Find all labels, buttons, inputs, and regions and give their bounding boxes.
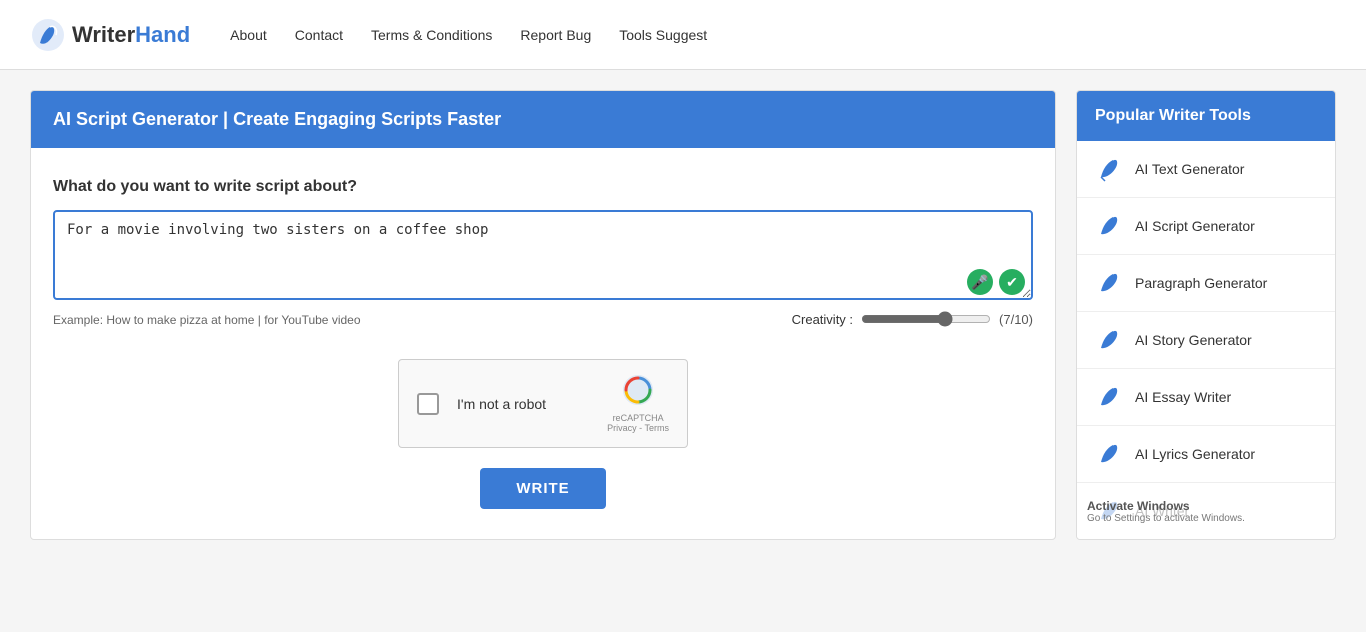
- nav-tools-suggest[interactable]: Tools Suggest: [619, 27, 707, 43]
- sidebar-label-0: AI Text Generator: [1135, 161, 1244, 177]
- main-layout: AI Script Generator | Create Engaging Sc…: [0, 70, 1366, 560]
- page-title: AI Script Generator | Create Engaging Sc…: [53, 109, 501, 129]
- content-header: AI Script Generator | Create Engaging Sc…: [31, 91, 1055, 148]
- script-textarea[interactable]: For a movie involving two sisters on a c…: [53, 210, 1033, 300]
- nav-contact[interactable]: Contact: [295, 27, 343, 43]
- creativity-label: Creativity :: [792, 312, 853, 327]
- recaptcha-links: Privacy - Terms: [607, 423, 669, 433]
- sidebar-item-ai-writer[interactable]: AI Writer Activate Windows Go to Setting…: [1077, 483, 1335, 539]
- creativity-value: (7/10): [999, 312, 1033, 327]
- feather-icon-0: [1095, 155, 1123, 183]
- feather-icon-1: [1095, 212, 1123, 240]
- sidebar-label-6: AI Writer: [1135, 503, 1189, 519]
- sidebar-label-5: AI Lyrics Generator: [1135, 446, 1255, 462]
- logo-icon: [30, 17, 66, 53]
- sidebar-label-2: Paragraph Generator: [1135, 275, 1267, 291]
- feather-icon-3: [1095, 326, 1123, 354]
- creativity-slider[interactable]: [861, 311, 991, 327]
- main-nav: About Contact Terms & Conditions Report …: [230, 27, 707, 43]
- sidebar-label-4: AI Essay Writer: [1135, 389, 1231, 405]
- recaptcha-brand: reCAPTCHA: [607, 413, 669, 423]
- sidebar: Popular Writer Tools AI Text Generator A…: [1076, 90, 1336, 540]
- content-area: AI Script Generator | Create Engaging Sc…: [30, 90, 1056, 540]
- nav-about[interactable]: About: [230, 27, 267, 43]
- captcha-box: I'm not a robot reCAPTCHA: [398, 359, 688, 448]
- captcha-area: I'm not a robot reCAPTCHA: [53, 359, 1033, 448]
- sidebar-item-text-generator[interactable]: AI Text Generator: [1077, 141, 1335, 198]
- nav-terms[interactable]: Terms & Conditions: [371, 27, 492, 43]
- recaptcha-icon: [622, 374, 654, 406]
- sidebar-item-script-generator[interactable]: AI Script Generator: [1077, 198, 1335, 255]
- recaptcha-logo: reCAPTCHA Privacy - Terms: [607, 374, 669, 433]
- feather-icon-5: [1095, 440, 1123, 468]
- logo-text: WriterHand: [72, 22, 190, 48]
- write-button[interactable]: WRITE: [480, 468, 605, 509]
- captcha-label: I'm not a robot: [457, 396, 546, 412]
- feather-icon-2: [1095, 269, 1123, 297]
- sidebar-header: Popular Writer Tools: [1077, 91, 1335, 141]
- logo-link[interactable]: WriterHand: [30, 17, 190, 53]
- sidebar-label-1: AI Script Generator: [1135, 218, 1255, 234]
- creativity-control: Creativity : (7/10): [792, 311, 1033, 327]
- textarea-wrapper: For a movie involving two sisters on a c…: [53, 210, 1033, 303]
- mic-button[interactable]: 🎤: [967, 269, 993, 295]
- hint-and-creativity: Example: How to make pizza at home | for…: [53, 311, 1033, 329]
- header: WriterHand About Contact Terms & Conditi…: [0, 0, 1366, 70]
- hint-text: Example: How to make pizza at home | for…: [53, 311, 361, 329]
- prompt-label: What do you want to write script about?: [53, 178, 1033, 196]
- check-button[interactable]: ✔: [999, 269, 1025, 295]
- sidebar-label-3: AI Story Generator: [1135, 332, 1252, 348]
- content-body: What do you want to write script about? …: [31, 148, 1055, 539]
- write-btn-area: WRITE: [53, 468, 1033, 509]
- nav-report-bug[interactable]: Report Bug: [520, 27, 591, 43]
- feather-icon-6: [1095, 497, 1123, 525]
- sidebar-item-lyrics-generator[interactable]: AI Lyrics Generator: [1077, 426, 1335, 483]
- recaptcha-logo-text: [607, 374, 669, 413]
- feather-icon-4: [1095, 383, 1123, 411]
- sidebar-item-story-generator[interactable]: AI Story Generator: [1077, 312, 1335, 369]
- captcha-checkbox[interactable]: [417, 393, 439, 415]
- textarea-icons: 🎤 ✔: [967, 269, 1025, 295]
- sidebar-item-paragraph-generator[interactable]: Paragraph Generator: [1077, 255, 1335, 312]
- sidebar-item-essay-writer[interactable]: AI Essay Writer: [1077, 369, 1335, 426]
